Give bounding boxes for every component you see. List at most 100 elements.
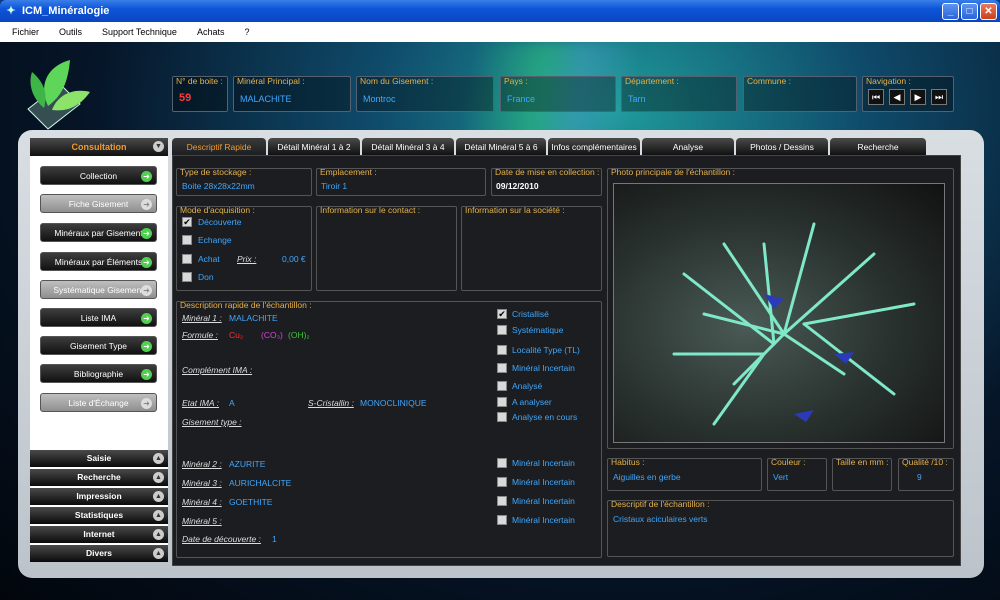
sidebar-btn-mineraux-elements[interactable]: Minéraux par Éléments ➜ — [40, 252, 157, 271]
mineral5-incertain-checkbox[interactable] — [497, 515, 507, 525]
achat-label: Achat — [198, 254, 220, 264]
mineral3-value[interactable]: AURICHALCITE — [229, 478, 291, 488]
complement-ima-label: Complément IMA : — [182, 365, 253, 375]
stockage-value[interactable]: Boite 28x28x22mm — [182, 181, 255, 191]
mineral4-incertain-label: Minéral Incertain — [512, 496, 575, 506]
chevron-up-icon: ▲ — [153, 472, 164, 483]
etat-ima-value[interactable]: A — [229, 398, 235, 408]
nav-prev-button[interactable]: ◀ — [889, 89, 905, 105]
nav-last-button[interactable]: ⏭ — [931, 89, 947, 105]
category-divers[interactable]: Divers ▲ — [30, 545, 168, 562]
app-icon: ✦ — [6, 5, 16, 17]
nav-next-button[interactable]: ▶ — [910, 89, 926, 105]
nav-first-button[interactable]: ⏮ — [868, 89, 884, 105]
descriptif-value[interactable]: Cristaux aciculaires verts — [613, 514, 707, 524]
a-analyser-checkbox[interactable] — [497, 397, 507, 407]
category-saisie[interactable]: Saisie ▲ — [30, 450, 168, 467]
field-mineral-principal: Minéral Principal : MALACHITE — [233, 76, 351, 112]
mineral-incertain-label: Minéral Incertain — [512, 363, 575, 373]
menu-help[interactable]: ? — [244, 27, 249, 37]
date-decouverte-value[interactable]: 1 — [272, 534, 277, 544]
prix-label: Prix : — [237, 254, 257, 264]
arrow-right-icon: ➜ — [141, 285, 152, 296]
consultation-header[interactable]: Consultation ▼ — [30, 138, 168, 156]
field-gisement: Nom du Gisement : Montroc — [356, 76, 494, 112]
menu-achats[interactable]: Achats — [197, 27, 225, 37]
menu-support[interactable]: Support Technique — [102, 27, 177, 37]
achat-checkbox[interactable] — [182, 254, 192, 264]
title-bar: ✦ ICM_Minéralogie _ □ ✕ — [0, 0, 1000, 22]
sidebar-btn-liste-echange[interactable]: Liste d'Échange ➜ — [40, 393, 157, 412]
tab-infos[interactable]: Infos complémentaires — [548, 138, 640, 156]
contact-group[interactable]: Information sur le contact : — [316, 205, 457, 291]
category-impression[interactable]: Impression ▲ — [30, 488, 168, 505]
category-recherche[interactable]: Recherche ▲ — [30, 469, 168, 486]
tab-photos[interactable]: Photos / Dessins — [736, 138, 828, 156]
date-collection-value[interactable]: 09/12/2010 — [496, 181, 539, 191]
decouverte-checkbox[interactable]: ✔ — [182, 217, 192, 227]
mineral2-incertain-checkbox[interactable] — [497, 458, 507, 468]
arrow-right-icon: ➜ — [141, 398, 152, 409]
prix-value[interactable]: 0,00 € — [282, 254, 306, 264]
arrow-right-icon: ➜ — [141, 228, 152, 239]
mineral-incertain-checkbox[interactable] — [497, 363, 507, 373]
cristallise-checkbox[interactable]: ✔ — [497, 309, 507, 319]
habitus-value[interactable]: Aiguilles en gerbe — [613, 472, 681, 482]
chevron-up-icon: ▲ — [153, 548, 164, 559]
analyse-checkbox[interactable] — [497, 381, 507, 391]
tab-detail-5-6[interactable]: Détail Minéral 5 à 6 — [456, 138, 546, 156]
close-button[interactable]: ✕ — [980, 3, 997, 20]
sidebar-btn-bibliographie[interactable]: Bibliographie ➜ — [40, 364, 157, 383]
field-pays: Pays : France — [500, 76, 616, 112]
maximize-button[interactable]: □ — [961, 3, 978, 20]
mineral3-incertain-checkbox[interactable] — [497, 477, 507, 487]
mineral4-label: Minéral 4 : — [182, 497, 222, 507]
sidebar-btn-liste-ima[interactable]: Liste IMA ➜ — [40, 308, 157, 327]
a-analyser-label: A analyser — [512, 397, 552, 407]
couleur-value[interactable]: Vert — [773, 472, 788, 482]
sidebar-btn-gisement-type[interactable]: Gisement Type ➜ — [40, 336, 157, 355]
analyse-en-cours-label: Analyse en cours — [512, 412, 578, 422]
arrow-right-icon: ➜ — [141, 199, 152, 210]
sidebar-btn-systematique[interactable]: Systématique Gisement ➜ — [40, 280, 157, 299]
decouverte-label: Découverte — [198, 217, 242, 227]
tab-descriptif-rapide[interactable]: Descriptif Rapide — [172, 138, 266, 156]
scristallin-value[interactable]: MONOCLINIQUE — [360, 398, 427, 408]
don-label: Don — [198, 272, 214, 282]
arrow-right-icon: ➜ — [141, 341, 152, 352]
societe-group[interactable]: Information sur la société : — [461, 205, 602, 291]
mineral2-value[interactable]: AZURITE — [229, 459, 265, 469]
analyse-en-cours-checkbox[interactable] — [497, 412, 507, 422]
arrow-right-icon: ➜ — [141, 171, 152, 182]
tab-detail-3-4[interactable]: Détail Minéral 3 à 4 — [362, 138, 454, 156]
systematique-checkbox[interactable] — [497, 325, 507, 335]
arrow-right-icon: ➜ — [141, 313, 152, 324]
mineral1-value[interactable]: MALACHITE — [229, 313, 278, 323]
mineral3-label: Minéral 3 : — [182, 478, 222, 488]
formule-co3: (CO₃) — [261, 330, 283, 340]
mineral2-label: Minéral 2 : — [182, 459, 222, 469]
specimen-photo[interactable] — [613, 183, 945, 443]
tab-analyse[interactable]: Analyse — [642, 138, 734, 156]
chevron-up-icon: ▲ — [153, 510, 164, 521]
chevron-up-icon: ▲ — [153, 491, 164, 502]
app-area: N° de boite :59 Minéral Principal : MALAC… — [0, 42, 1000, 600]
category-statistiques[interactable]: Statistiques ▲ — [30, 507, 168, 524]
field-departement: Département : Tarn — [621, 76, 737, 112]
sidebar-btn-collection[interactable]: Collection ➜ — [40, 166, 157, 185]
echange-checkbox[interactable] — [182, 235, 192, 245]
qualite-value[interactable]: 9 — [917, 472, 922, 482]
sidebar-btn-fiche-gisement[interactable]: Fiche Gisement ➜ — [40, 194, 157, 213]
menu-fichier[interactable]: Fichier — [12, 27, 39, 37]
don-checkbox[interactable] — [182, 272, 192, 282]
sidebar-btn-mineraux-gisement[interactable]: Minéraux par Gisement ➜ — [40, 223, 157, 242]
tab-recherche[interactable]: Recherche — [830, 138, 926, 156]
emplacement-value[interactable]: Tiroir 1 — [321, 181, 347, 191]
category-internet[interactable]: Internet ▲ — [30, 526, 168, 543]
tab-detail-1-2[interactable]: Détail Minéral 1 à 2 — [268, 138, 360, 156]
menu-outils[interactable]: Outils — [59, 27, 82, 37]
mineral4-value[interactable]: GOETHITE — [229, 497, 272, 507]
localite-type-checkbox[interactable] — [497, 345, 507, 355]
minimize-button[interactable]: _ — [942, 3, 959, 20]
mineral4-incertain-checkbox[interactable] — [497, 496, 507, 506]
